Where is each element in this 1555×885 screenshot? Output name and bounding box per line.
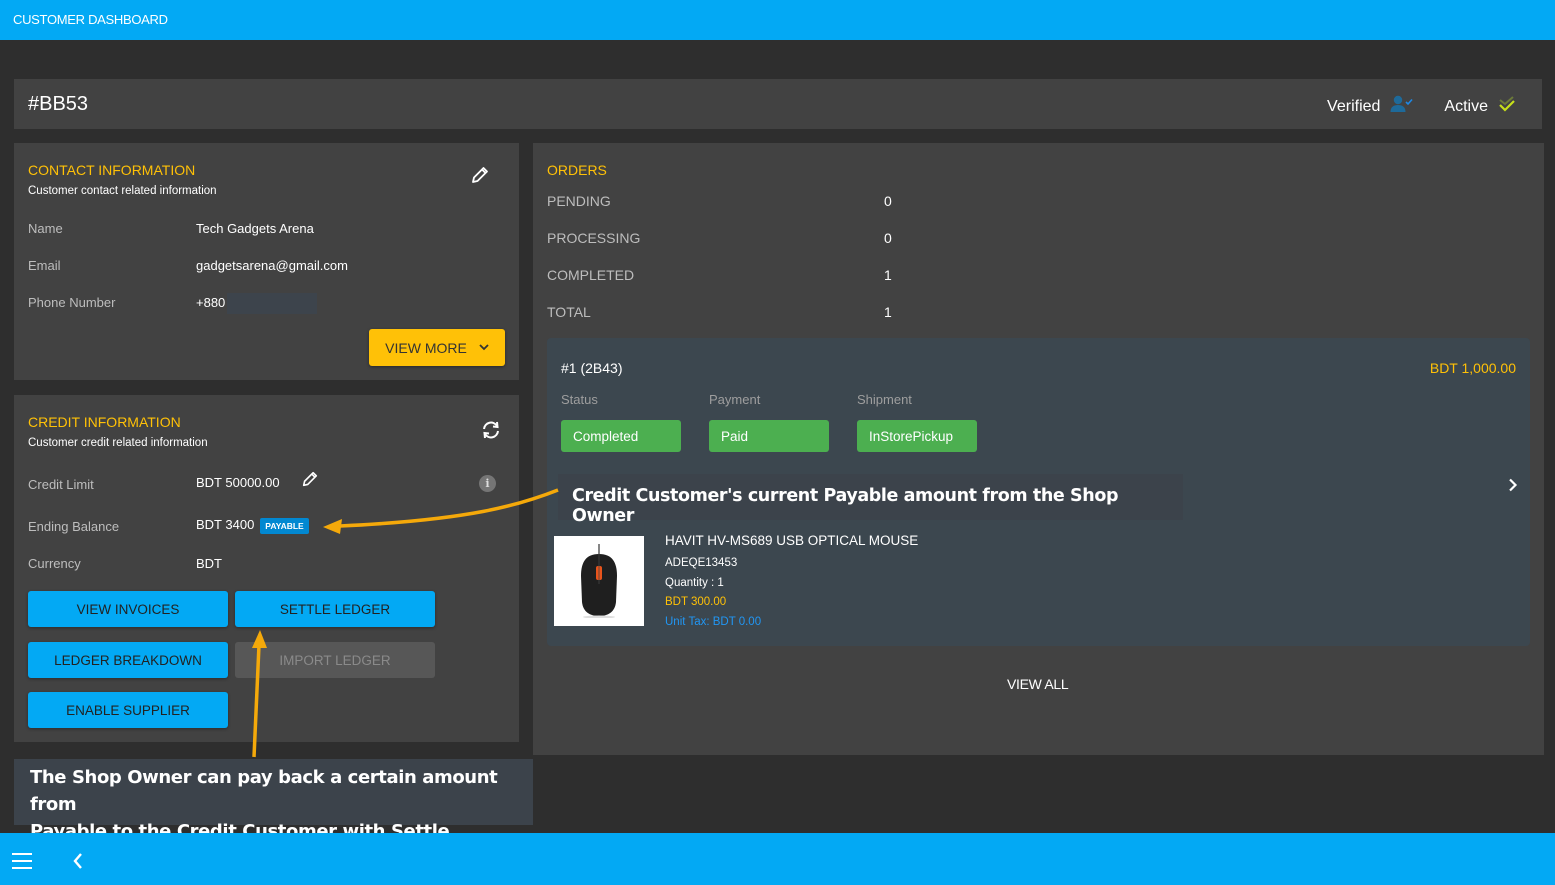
phone-value-group: +880 bbox=[196, 293, 318, 314]
phone-label: Phone Number bbox=[28, 295, 116, 310]
pending-label: PENDING bbox=[547, 193, 611, 209]
view-invoices-button[interactable]: VIEW INVOICES bbox=[28, 591, 228, 627]
ending-balance-value: BDT 3400 bbox=[196, 517, 255, 532]
info-icon[interactable]: i bbox=[479, 475, 496, 492]
payment-status-chip: Paid bbox=[709, 420, 829, 452]
completed-count: 1 bbox=[884, 267, 892, 283]
contact-section-title: CONTACT INFORMATION bbox=[28, 162, 196, 178]
user-verified-icon bbox=[1380, 95, 1414, 118]
mouse-product-icon bbox=[581, 544, 617, 618]
total-count: 1 bbox=[884, 304, 892, 320]
contact-section-subtitle: Customer contact related information bbox=[28, 185, 217, 197]
product-name: HAVIT HV-MS689 USB OPTICAL MOUSE bbox=[665, 533, 919, 548]
completed-label: COMPLETED bbox=[547, 267, 635, 283]
verified-status: Verified bbox=[1327, 95, 1414, 118]
orders-card: ORDERS PENDING 0 PROCESSING 0 COMPLETED … bbox=[533, 143, 1544, 755]
bottom-nav-bar bbox=[0, 833, 1555, 885]
phone-redacted-block bbox=[227, 293, 318, 314]
settle-ledger-annotation-callout: The Shop Owner can pay back a certain am… bbox=[14, 759, 533, 869]
active-status: Active bbox=[1444, 96, 1516, 117]
name-value: Tech Gadgets Arena bbox=[196, 221, 314, 236]
product-image bbox=[554, 536, 644, 626]
view-all-orders-link[interactable]: VIEW ALL bbox=[1007, 676, 1069, 692]
product-sku: ADEQE13453 bbox=[665, 557, 738, 569]
double-check-icon bbox=[1488, 96, 1516, 117]
orders-section-title: ORDERS bbox=[547, 162, 607, 178]
credit-limit-value: BDT 50000.00 bbox=[196, 475, 280, 490]
edit-credit-limit-pencil-icon[interactable] bbox=[301, 470, 319, 493]
edit-contact-pencil-icon[interactable] bbox=[470, 165, 490, 190]
product-price: BDT 300.00 bbox=[665, 596, 727, 608]
credit-section-subtitle: Customer credit related information bbox=[28, 437, 208, 449]
settle-callout-line-1: The Shop Owner can pay back a certain am… bbox=[30, 767, 498, 815]
credit-section-title: CREDIT INFORMATION bbox=[28, 414, 181, 430]
hamburger-menu-icon[interactable] bbox=[11, 852, 33, 875]
settle-ledger-button[interactable]: SETTLE LEDGER bbox=[235, 591, 435, 627]
app-title: CUSTOMER DASHBOARD bbox=[13, 12, 168, 27]
order-status-chip: Completed bbox=[561, 420, 681, 452]
customer-header: #BB53 Verified Active bbox=[14, 79, 1542, 129]
ledger-breakdown-button[interactable]: LEDGER BREAKDOWN bbox=[28, 642, 228, 678]
pending-count: 0 bbox=[884, 193, 892, 209]
enable-supplier-button[interactable]: ENABLE SUPPLIER bbox=[28, 692, 228, 728]
email-label: Email bbox=[28, 258, 61, 273]
view-more-label: VIEW MORE bbox=[385, 339, 467, 356]
currency-value: BDT bbox=[196, 556, 222, 571]
order-total: BDT 1,000.00 bbox=[1429, 360, 1516, 376]
customer-id: #BB53 bbox=[28, 93, 89, 115]
product-unit-tax: Unit Tax: BDT 0.00 bbox=[665, 616, 762, 628]
name-label: Name bbox=[28, 221, 63, 236]
ending-balance-label: Ending Balance bbox=[28, 519, 120, 534]
status-label: Status bbox=[561, 392, 598, 407]
chevron-right-icon[interactable] bbox=[1508, 478, 1518, 497]
shipment-label: Shipment bbox=[857, 392, 912, 407]
back-chevron-icon[interactable] bbox=[72, 852, 84, 875]
processing-count: 0 bbox=[884, 230, 892, 246]
app-bar: CUSTOMER DASHBOARD bbox=[0, 0, 1555, 40]
order-id: #1 (2B43) bbox=[561, 360, 623, 376]
processing-label: PROCESSING bbox=[547, 230, 641, 246]
email-value: gadgetsarena@gmail.com bbox=[196, 258, 348, 273]
phone-value: +880 bbox=[196, 294, 226, 310]
credit-limit-label: Credit Limit bbox=[28, 477, 94, 492]
active-label: Active bbox=[1444, 97, 1488, 115]
chevron-down-icon bbox=[479, 344, 489, 351]
import-ledger-button: IMPORT LEDGER bbox=[235, 642, 435, 678]
ending-balance-group: BDT 3400 PAYABLE bbox=[196, 517, 309, 534]
customer-status-group: Verified Active bbox=[1297, 95, 1516, 118]
payment-label: Payment bbox=[709, 392, 761, 407]
total-label: TOTAL bbox=[547, 304, 591, 320]
contact-information-card: CONTACT INFORMATION Customer contact rel… bbox=[14, 143, 519, 380]
shipment-status-chip: InStorePickup bbox=[857, 420, 977, 452]
product-quantity: Quantity : 1 bbox=[665, 577, 724, 589]
verified-label: Verified bbox=[1327, 97, 1381, 115]
view-more-button[interactable]: VIEW MORE bbox=[369, 329, 505, 366]
payable-badge: PAYABLE bbox=[260, 517, 309, 534]
payable-annotation-callout: Credit Customer's current Payable amount… bbox=[558, 474, 1183, 526]
credit-information-card: CREDIT INFORMATION Customer credit relat… bbox=[14, 395, 519, 742]
refresh-sync-icon[interactable] bbox=[480, 420, 502, 445]
currency-label: Currency bbox=[28, 556, 81, 571]
